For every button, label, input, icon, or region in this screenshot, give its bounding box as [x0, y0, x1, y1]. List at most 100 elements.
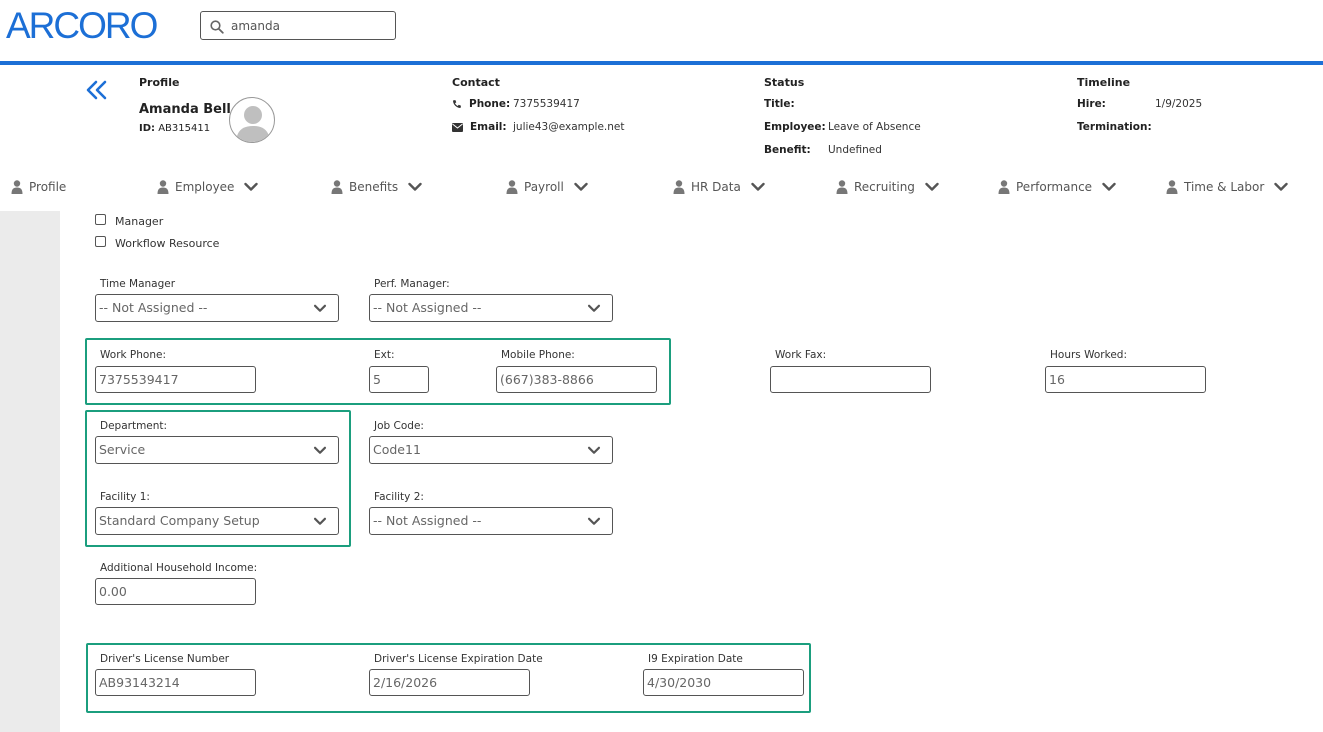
chevron-down-icon [313, 304, 327, 313]
dl-expiration-label: Driver's License Expiration Date [374, 653, 543, 665]
household-income-input[interactable]: 0.00 [95, 578, 256, 605]
person-icon [998, 180, 1010, 194]
nav-tab-profile[interactable]: Profile [11, 178, 66, 196]
nav-tab-label: Payroll [524, 180, 564, 194]
status-employee-label: Employee: [764, 121, 826, 133]
hours-worked-label: Hours Worked: [1050, 349, 1127, 361]
nav-tab-label: Recruiting [854, 180, 915, 194]
avatar[interactable] [229, 97, 275, 143]
search-box[interactable] [200, 11, 396, 40]
dl-number-label: Driver's License Number [100, 653, 230, 665]
work-fax-input[interactable] [770, 366, 931, 393]
perf-manager-select[interactable]: -- Not Assigned -- [369, 294, 613, 322]
nav-tab-label: Time & Labor [1184, 180, 1265, 194]
hours-worked-input[interactable]: 16 [1045, 366, 1206, 393]
timeline-hire-label: Hire: [1077, 98, 1106, 110]
chevron-down-icon [313, 446, 327, 455]
nav-tab-benefits[interactable]: Benefits [331, 178, 422, 196]
department-select[interactable]: Service [95, 436, 339, 464]
nav-tab-performance[interactable]: Performance [998, 178, 1116, 196]
facility2-select[interactable]: -- Not Assigned -- [369, 507, 613, 535]
department-value: Service [99, 442, 146, 457]
status-section-title: Status [764, 76, 805, 89]
employee-id: ID: AB315411 [139, 123, 210, 134]
contact-phone-label: Phone: [469, 98, 511, 110]
work-phone-input[interactable]: 7375539417 [95, 366, 256, 393]
nav-tab-payroll[interactable]: Payroll [506, 178, 588, 196]
left-gutter [0, 211, 60, 732]
double-chevron-left-icon[interactable] [85, 78, 109, 102]
arcoro-logo[interactable]: ARCORO [6, 6, 158, 46]
job-code-label: Job Code: [374, 420, 424, 432]
avatar-placeholder-icon [236, 106, 270, 142]
status-title-label: Title: [764, 98, 795, 110]
email-icon [452, 123, 463, 132]
dl-number-input[interactable]: AB93143214 [95, 669, 256, 696]
manager-checkbox-label: Manager [115, 215, 164, 228]
chevron-down-icon [1102, 182, 1116, 192]
job-code-value: Code11 [373, 442, 421, 457]
nav-tab-recruiting[interactable]: Recruiting [836, 178, 939, 196]
workflow-resource-checkbox[interactable] [95, 236, 106, 247]
status-employee-value: Leave of Absence [828, 121, 921, 133]
employee-id-label: ID: [139, 123, 156, 134]
status-benefit-label: Benefit: [764, 144, 811, 156]
dl-expiration-input[interactable]: 2/16/2026 [369, 669, 530, 696]
chevron-down-icon [587, 517, 601, 526]
department-label: Department: [100, 420, 168, 432]
household-income-label: Additional Household Income: [100, 562, 258, 574]
person-icon [11, 180, 23, 194]
nav-tab-time-labor[interactable]: Time & Labor [1166, 178, 1288, 196]
status-benefit-value: Undefined [828, 144, 882, 156]
work-fax-label: Work Fax: [775, 349, 827, 361]
profile-section-title: Profile [139, 76, 180, 89]
facility2-value: -- Not Assigned -- [373, 513, 482, 528]
person-icon [506, 180, 518, 194]
job-code-select[interactable]: Code11 [369, 436, 613, 464]
nav-tab-label: Performance [1016, 180, 1093, 194]
chevron-down-icon [313, 517, 327, 526]
workflow-resource-checkbox-label: Workflow Resource [115, 237, 220, 250]
facility1-value: Standard Company Setup [99, 513, 260, 528]
person-icon [836, 180, 848, 194]
mobile-phone-label: Mobile Phone: [501, 349, 575, 361]
search-input[interactable] [231, 16, 391, 36]
facility2-label: Facility 2: [374, 491, 424, 503]
chevron-down-icon [1274, 182, 1288, 192]
i9-expiration-input[interactable]: 4/30/2030 [643, 669, 804, 696]
chevron-down-icon [574, 182, 588, 192]
time-manager-value: -- Not Assigned -- [99, 300, 208, 315]
chevron-down-icon [244, 182, 258, 192]
time-manager-label: Time Manager [100, 278, 176, 290]
contact-email-label: Email: [470, 121, 507, 133]
facility1-label: Facility 1: [100, 491, 150, 503]
search-icon [210, 20, 224, 34]
mobile-phone-input[interactable]: (667)383-8866 [496, 366, 657, 393]
employee-name: Amanda Bell [139, 102, 231, 117]
contact-email-value[interactable]: julie43@example.net [513, 121, 625, 133]
facility1-select[interactable]: Standard Company Setup [95, 507, 339, 535]
timeline-section-title: Timeline [1077, 76, 1131, 89]
manager-checkbox[interactable] [95, 214, 106, 225]
nav-tab-employee[interactable]: Employee [157, 178, 258, 196]
phone-icon [453, 100, 461, 108]
contact-phone-value: 7375539417 [513, 98, 580, 110]
chevron-down-icon [587, 304, 601, 313]
perf-manager-label: Perf. Manager: [374, 278, 450, 290]
nav-tab-label: HR Data [691, 180, 741, 194]
ext-input[interactable]: 5 [369, 366, 429, 393]
nav-tab-label: Profile [29, 180, 67, 194]
nav-tab-label: Benefits [349, 180, 399, 194]
nav-tab-label: Employee [175, 180, 235, 194]
perf-manager-value: -- Not Assigned -- [373, 300, 482, 315]
chevron-down-icon [408, 182, 422, 192]
employee-id-value: AB315411 [158, 123, 211, 134]
person-icon [1166, 180, 1178, 194]
timeline-termination-label: Termination: [1077, 121, 1152, 133]
time-manager-select[interactable]: -- Not Assigned -- [95, 294, 339, 322]
work-phone-label: Work Phone: [100, 349, 166, 361]
i9-expiration-label: I9 Expiration Date [648, 653, 743, 665]
chevron-down-icon [925, 182, 939, 192]
person-icon [157, 180, 169, 194]
nav-tab-hr-data[interactable]: HR Data [673, 178, 765, 196]
